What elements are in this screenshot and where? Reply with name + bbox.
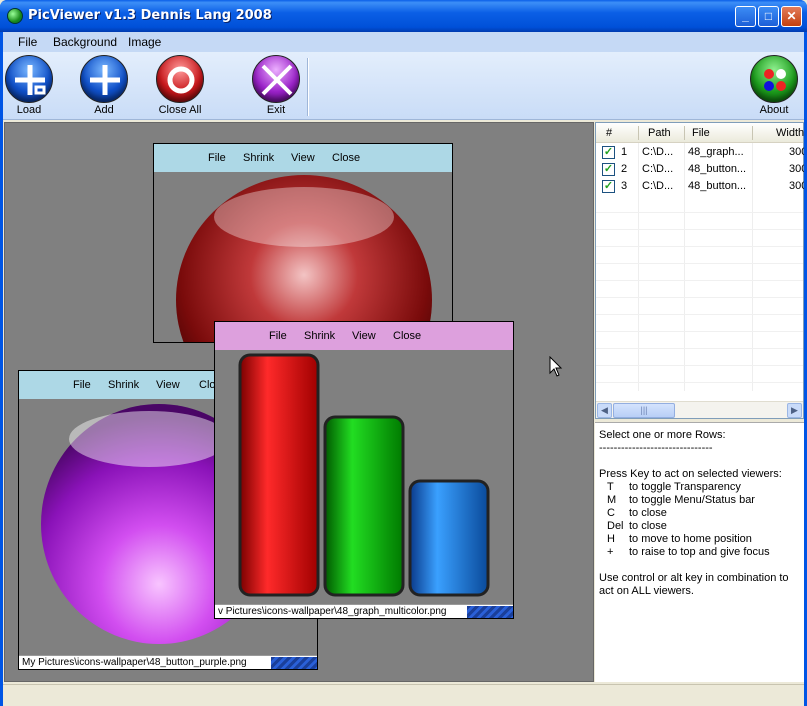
- about-icon: [750, 55, 798, 103]
- viewer-menu-file[interactable]: File: [269, 330, 287, 342]
- viewer-menu: File Shrink View Close: [215, 322, 513, 350]
- about-label: About: [759, 104, 789, 116]
- about-button[interactable]: About: [744, 55, 804, 117]
- close-button[interactable]: ✕: [781, 6, 802, 27]
- graph-image: [238, 353, 490, 597]
- help-key-row: Mto toggle Menu/Status bar: [607, 494, 755, 506]
- help-panel: Select one or more Rows: ---------------…: [595, 422, 804, 682]
- row-width: 300: [789, 146, 804, 158]
- help-line: Select one or more Rows:: [599, 429, 726, 441]
- viewer-menu-shrink[interactable]: Shrink: [243, 152, 274, 164]
- row-file: 48_button...: [688, 180, 747, 192]
- list-header: # Path File Width: [596, 123, 804, 143]
- toolbar-separator: [307, 58, 309, 116]
- column-header-path[interactable]: Path: [648, 127, 671, 139]
- row-file: 48_graph...: [688, 146, 744, 158]
- column-header-width[interactable]: Width: [776, 127, 804, 139]
- minimize-button[interactable]: _: [735, 6, 756, 27]
- client-area: File Background Image Load Add Close All…: [3, 32, 804, 706]
- help-line: act on ALL viewers.: [599, 585, 694, 597]
- help-key-row: Cto close: [607, 507, 667, 519]
- title-bar[interactable]: PicViewer v1.3 Dennis Lang 2008 _ □ ✕: [0, 0, 807, 32]
- row-path: C:\D...: [642, 180, 674, 192]
- row-path: C:\D...: [642, 163, 674, 175]
- viewer-menu-file[interactable]: File: [208, 152, 226, 164]
- row-path: C:\D...: [642, 146, 674, 158]
- table-row[interactable]: ✓ 3 C:\D... 48_button... 300: [596, 178, 804, 195]
- help-divider: -------------------------------: [599, 442, 713, 454]
- help-key-row: Tto toggle Transparency: [607, 481, 741, 493]
- viewer-menu-file[interactable]: File: [73, 379, 91, 391]
- row-file: 48_button...: [688, 163, 747, 175]
- workspace[interactable]: File Shrink View Close File Shrink View …: [4, 122, 594, 682]
- help-line: Use control or alt key in combination to: [599, 572, 789, 584]
- add-label: Add: [94, 104, 114, 116]
- load-icon: [5, 55, 53, 103]
- viewer-menu: File Shrink View Close: [154, 144, 452, 172]
- row-num: 1: [621, 146, 628, 158]
- add-button[interactable]: Add: [74, 55, 134, 117]
- horizontal-scrollbar[interactable]: ◀ ||| ▶: [596, 401, 803, 418]
- red-button-image: [176, 175, 432, 342]
- viewer-menu-close[interactable]: Close: [332, 152, 360, 164]
- add-icon: [80, 55, 128, 103]
- load-button[interactable]: Load: [0, 55, 59, 117]
- exit-button[interactable]: Exit: [246, 55, 306, 117]
- table-row[interactable]: ✓ 2 C:\D... 48_button... 300: [596, 161, 804, 178]
- viewer-menu-shrink[interactable]: Shrink: [108, 379, 139, 391]
- row-num: 3: [621, 180, 628, 192]
- menu-bar: File Background Image: [3, 32, 804, 52]
- help-key-row: Hto move to home position: [607, 533, 752, 545]
- exit-label: Exit: [266, 104, 286, 116]
- row-num: 2: [621, 163, 628, 175]
- row-checkbox[interactable]: ✓: [602, 180, 615, 193]
- help-key-row: + to raise to top and give focus: [607, 546, 770, 558]
- menu-file[interactable]: File: [18, 35, 37, 49]
- table-row[interactable]: ✓ 1 C:\D... 48_graph... 300: [596, 144, 804, 161]
- column-header-file[interactable]: File: [692, 127, 710, 139]
- close-all-button[interactable]: Close All: [150, 55, 210, 117]
- resize-grip[interactable]: [467, 606, 513, 618]
- maximize-button[interactable]: □: [758, 6, 779, 27]
- exit-icon: [252, 55, 300, 103]
- app-icon[interactable]: [7, 8, 23, 24]
- row-width: 300: [789, 163, 804, 175]
- viewer-list[interactable]: # Path File Width ✓ 1 C:\D... 48_graph..…: [595, 122, 804, 419]
- load-label: Load: [16, 104, 42, 116]
- viewer-red-button[interactable]: File Shrink View Close: [153, 143, 453, 343]
- viewer-graph-multicolor[interactable]: File Shrink View Close v Pictures\icons-…: [214, 321, 514, 619]
- column-header-num[interactable]: #: [606, 127, 612, 139]
- row-checkbox[interactable]: ✓: [602, 146, 615, 159]
- viewer-menu-close[interactable]: Close: [393, 330, 421, 342]
- close-all-label: Close All: [158, 104, 202, 116]
- resize-grip[interactable]: [271, 657, 317, 669]
- status-bar: [3, 684, 804, 706]
- viewer-menu-view[interactable]: View: [291, 152, 315, 164]
- menu-background[interactable]: Background: [53, 35, 117, 49]
- viewer-menu-view[interactable]: View: [156, 379, 180, 391]
- help-line: Press Key to act on selected viewers:: [599, 468, 782, 480]
- row-checkbox[interactable]: ✓: [602, 163, 615, 176]
- app-window: PicViewer v1.3 Dennis Lang 2008 _ □ ✕ Fi…: [0, 0, 807, 706]
- scroll-left-icon[interactable]: ◀: [597, 403, 612, 418]
- close-all-icon: [156, 55, 204, 103]
- scroll-thumb[interactable]: |||: [613, 403, 675, 418]
- row-width: 300: [789, 180, 804, 192]
- mouse-cursor-icon: [549, 356, 563, 377]
- scroll-right-icon[interactable]: ▶: [787, 403, 802, 418]
- toolbar: Load Add Close All Exit About: [3, 52, 804, 120]
- window-title: PicViewer v1.3 Dennis Lang 2008: [28, 8, 272, 23]
- viewer-menu-view[interactable]: View: [352, 330, 376, 342]
- help-key-row: Del to close: [607, 520, 667, 532]
- viewer-menu-shrink[interactable]: Shrink: [304, 330, 335, 342]
- menu-image[interactable]: Image: [128, 35, 161, 49]
